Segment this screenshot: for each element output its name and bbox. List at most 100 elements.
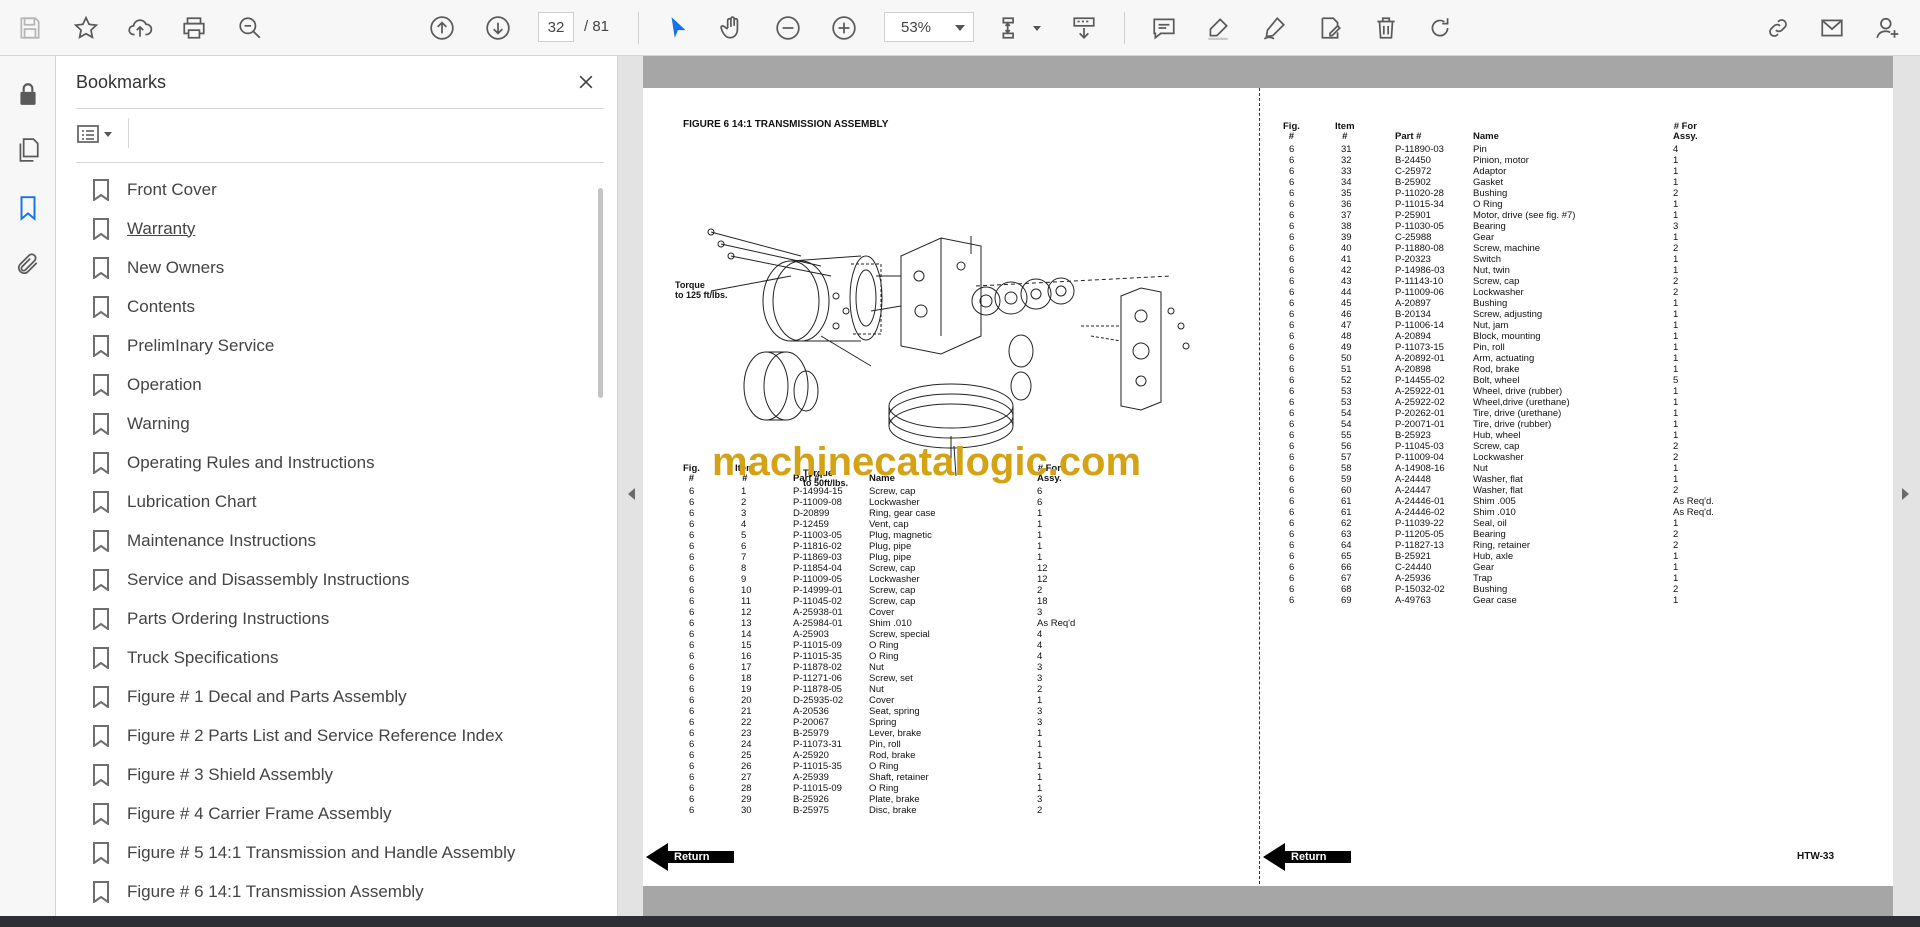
table-cell-qty: 12 — [1037, 574, 1048, 585]
page-code: HTW-33 — [1797, 851, 1835, 862]
expand-right-arrow-icon[interactable] — [1902, 488, 1909, 500]
table-cell-name: Shaft, retainer — [869, 772, 929, 783]
table-cell-item: 29 — [741, 794, 752, 805]
table-cell-fig: 6 — [689, 783, 695, 794]
bookmark-item[interactable]: Parts Ordering Instructions — [76, 599, 586, 638]
chevron-down-icon[interactable] — [1033, 26, 1041, 31]
table-row: 6 51 A-20898 Rod, brake 1 — [1283, 364, 1783, 375]
table-cell-item: 60 — [1341, 485, 1352, 496]
chevron-down-icon — [955, 25, 965, 31]
comment-icon[interactable] — [1146, 10, 1182, 46]
bookmark-item[interactable]: Front Cover — [76, 170, 586, 209]
next-page-icon[interactable] — [480, 10, 516, 46]
bookmark-item[interactable]: New Owners — [76, 248, 586, 287]
table-cell-qty: 4 — [1037, 629, 1043, 640]
table-cell-part: P-15032-02 — [1395, 584, 1445, 595]
table-cell-qty: 2 — [1673, 540, 1679, 551]
page-fit-icon[interactable] — [994, 10, 1030, 46]
table-cell-part: P-20262-01 — [1395, 408, 1445, 419]
bookmark-scrollbar-thumb[interactable] — [598, 188, 603, 398]
bookmark-item[interactable]: Figure # 2 Parts List and Service Refere… — [76, 716, 586, 755]
bookmark-options-button[interactable] — [76, 118, 122, 150]
table-row: 6 8 P-11854-04 Screw, cap 12 — [683, 563, 1083, 574]
previous-page-icon[interactable] — [424, 10, 460, 46]
table-cell-name: Shim .005 — [1473, 496, 1516, 507]
table-cell-item: 8 — [741, 563, 747, 574]
bookmark-item[interactable]: Operating Rules and Instructions — [76, 443, 586, 482]
save-icon[interactable] — [12, 10, 48, 46]
pages-thumbnails-icon[interactable] — [12, 134, 44, 166]
table-row: 6 65 B-25921 Hub, axle 1 — [1283, 551, 1783, 562]
print-icon[interactable] — [176, 10, 212, 46]
table-row: 6 24 P-11073-31 Pin, roll 1 — [683, 739, 1083, 750]
star-icon[interactable] — [68, 10, 104, 46]
table-cell-qty: 1 — [1673, 320, 1679, 331]
redo-icon[interactable] — [1422, 10, 1458, 46]
zoom-in-icon[interactable] — [826, 10, 862, 46]
bookmark-item[interactable]: Contents — [76, 287, 586, 326]
document-viewer[interactable]: FIGURE 6 14:1 TRANSMISSION ASSEMBLY Torq… — [618, 56, 1920, 916]
add-user-icon[interactable] — [1870, 10, 1906, 46]
table-cell-fig: 6 — [1289, 430, 1295, 441]
bookmark-item[interactable]: Figure # 4 Carrier Frame Assembly — [76, 794, 586, 833]
cloud-upload-icon[interactable] — [122, 10, 158, 46]
table-cell-qty: 2 — [1673, 243, 1679, 254]
bookmark-item[interactable]: Maintenance Instructions — [76, 521, 586, 560]
page-number-input[interactable]: 32 — [538, 12, 574, 42]
table-cell-part: P-11073-31 — [793, 739, 842, 750]
draw-pen-icon[interactable] — [1256, 10, 1292, 46]
table-cell-qty: 1 — [1037, 739, 1043, 750]
zoom-search-icon[interactable] — [232, 10, 268, 46]
zoom-level-select[interactable]: 53% — [884, 12, 974, 42]
return-label: Return — [674, 851, 710, 863]
email-icon[interactable] — [1814, 10, 1850, 46]
table-cell-item: 54 — [1341, 408, 1352, 419]
table-cell-fig: 6 — [1289, 419, 1295, 430]
bookmark-item[interactable]: Warranty — [76, 209, 586, 248]
table-cell-fig: 6 — [1289, 386, 1295, 397]
scroll-mode-icon[interactable] — [1066, 10, 1102, 46]
table-cell-name: Hub, axle — [1473, 551, 1514, 562]
bookmark-item[interactable]: Warning — [76, 404, 586, 443]
bookmarks-panel-icon[interactable] — [12, 192, 44, 224]
table-row: 6 66 C-24440 Gear 1 — [1283, 562, 1783, 573]
table-cell-qty: 1 — [1037, 761, 1043, 772]
table-row: 6 29 B-25926 Plate, brake 3 — [683, 794, 1083, 805]
table-cell-name: Wheel,drive (urethane) — [1473, 397, 1570, 408]
table-cell-qty: As Req'd. — [1673, 507, 1714, 518]
watermark-text: machinecatalogic.com — [712, 440, 1142, 484]
return-button[interactable]: Return — [646, 843, 736, 871]
lock-icon[interactable] — [12, 78, 44, 110]
bookmark-item[interactable]: PrelimInary Service — [76, 326, 586, 365]
return-button[interactable]: Return — [1263, 843, 1353, 871]
table-cell-part: B-20134 — [1395, 309, 1431, 320]
edit-document-icon[interactable] — [1312, 10, 1348, 46]
highlight-pen-icon[interactable] — [1200, 10, 1236, 46]
close-icon[interactable] — [572, 68, 600, 96]
bookmark-label: Figure # 5 14:1 Transmission and Handle … — [127, 842, 516, 862]
table-row: 6 68 P-15032-02 Bushing 2 — [1283, 584, 1783, 595]
share-link-icon[interactable] — [1760, 10, 1796, 46]
collapse-left-arrow-icon[interactable] — [628, 488, 635, 500]
table-row: 6 43 P-11143-10 Screw, cap 2 — [1283, 276, 1783, 287]
bookmark-item[interactable]: Figure # 1 Decal and Parts Assembly — [76, 677, 586, 716]
attachments-paperclip-icon[interactable] — [12, 248, 44, 280]
table-cell-name: Wheel, drive (rubber) — [1473, 386, 1563, 397]
bookmark-icon — [93, 802, 109, 825]
zoom-out-icon[interactable] — [770, 10, 806, 46]
delete-trash-icon[interactable] — [1368, 10, 1404, 46]
bookmark-item[interactable]: Lubrication Chart — [76, 482, 586, 521]
table-row: 6 61 A-24446-01 Shim .005 As Req'd. — [1283, 496, 1783, 507]
table-cell-fig: 6 — [1289, 485, 1295, 496]
bookmark-item[interactable]: Truck Specifications — [76, 638, 586, 677]
table-row: 6 53 A-25922-02 Wheel,drive (urethane) 1 — [1283, 397, 1783, 408]
bookmark-item[interactable]: Figure # 5 14:1 Transmission and Handle … — [76, 833, 586, 872]
bookmark-item[interactable]: Operation — [76, 365, 586, 404]
hand-tool-icon[interactable] — [714, 10, 750, 46]
table-cell-part: P-11020-28 — [1395, 188, 1444, 199]
bookmark-item[interactable]: Service and Disassembly Instructions — [76, 560, 586, 599]
bookmark-item[interactable]: Figure # 3 Shield Assembly — [76, 755, 586, 794]
bookmark-item[interactable]: Figure # 6 14:1 Transmission Assembly — [76, 872, 586, 911]
table-cell-qty: 2 — [1673, 287, 1679, 298]
select-cursor-icon[interactable] — [660, 10, 696, 46]
